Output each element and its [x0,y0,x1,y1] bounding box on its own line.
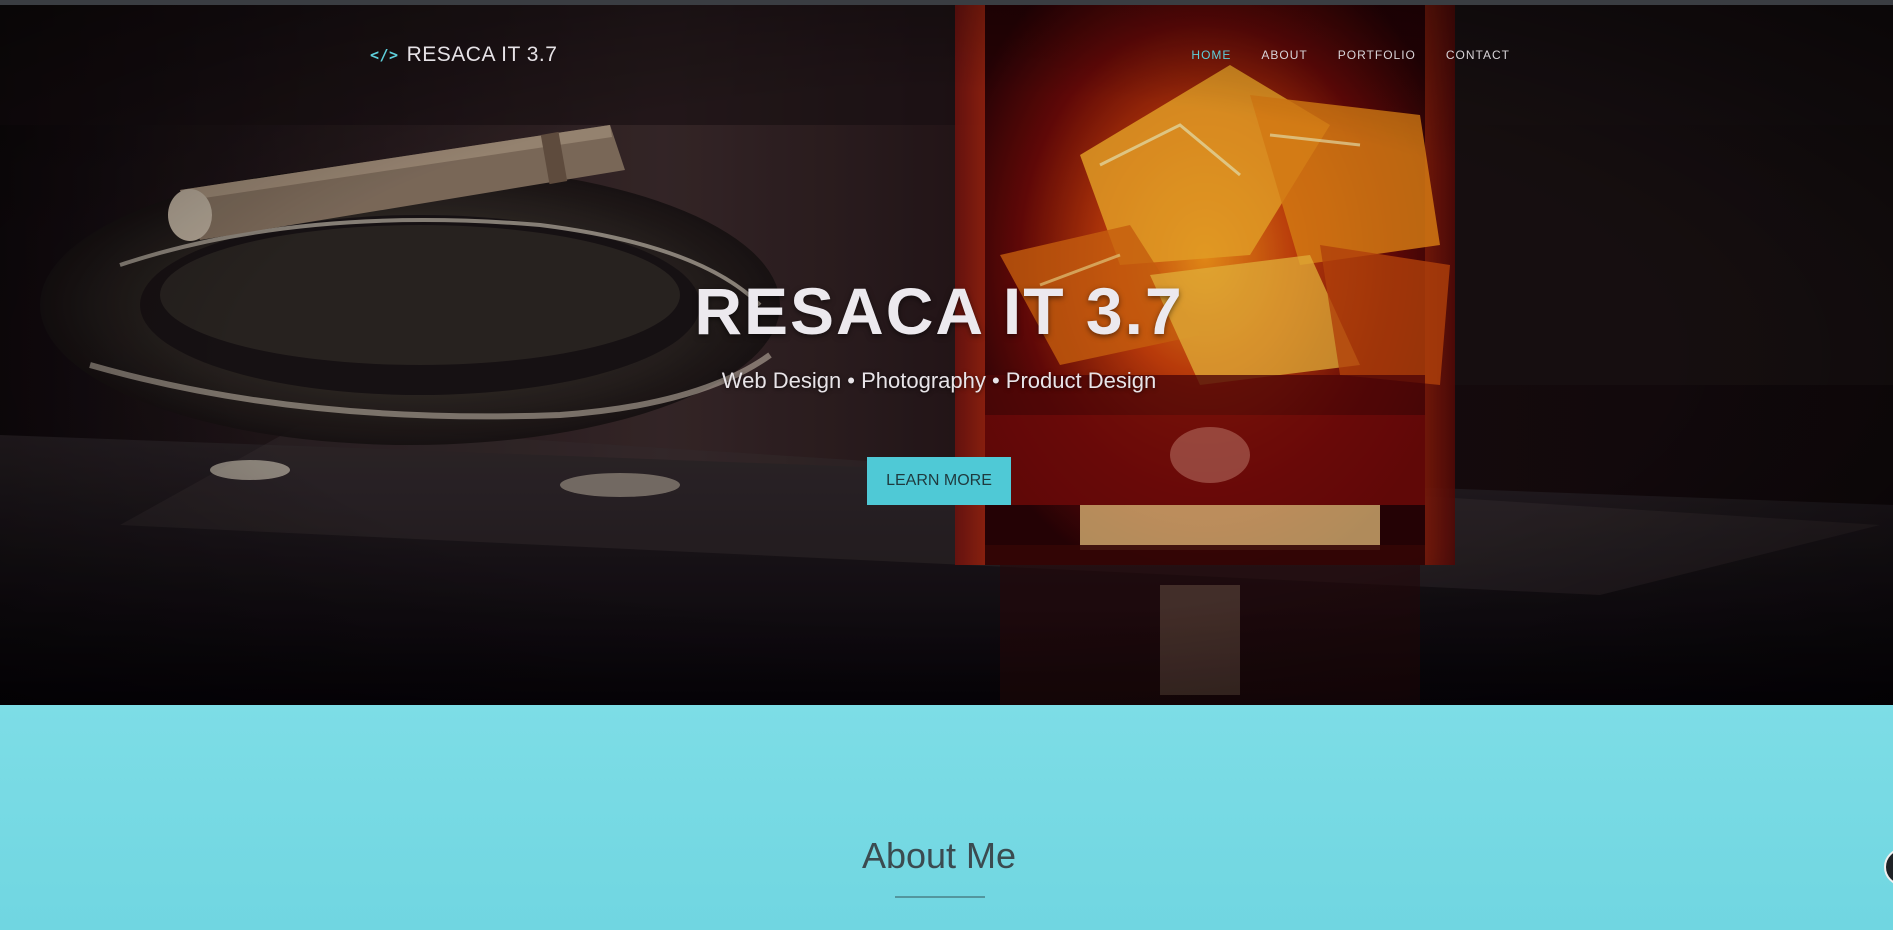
learn-more-button[interactable]: LEARN MORE [867,457,1011,505]
code-icon: </> [370,46,399,64]
nav-links: HOME ABOUT PORTFOLIO CONTACT [1191,48,1510,62]
brand-logo[interactable]: </> RESACA IT 3.7 [370,43,557,67]
nav-link-home[interactable]: HOME [1191,48,1231,62]
top-navbar: </> RESACA IT 3.7 HOME ABOUT PORTFOLIO C… [370,38,1510,72]
hero-title: RESACA IT 3.7 [694,274,1184,348]
nav-link-contact[interactable]: CONTACT [1446,48,1510,62]
hero-subtitle: Web Design • Photography • Product Desig… [721,368,1157,393]
nav-link-portfolio[interactable]: PORTFOLIO [1338,48,1416,62]
hero-background-image [0,5,1893,705]
hero-section: </> RESACA IT 3.7 HOME ABOUT PORTFOLIO C… [0,5,1893,705]
about-section: About Me [0,705,1893,930]
brand-name: RESACA IT 3.7 [406,43,558,66]
section-divider [895,896,985,898]
about-title: About Me [861,835,1017,876]
nav-link-about[interactable]: ABOUT [1261,48,1307,62]
